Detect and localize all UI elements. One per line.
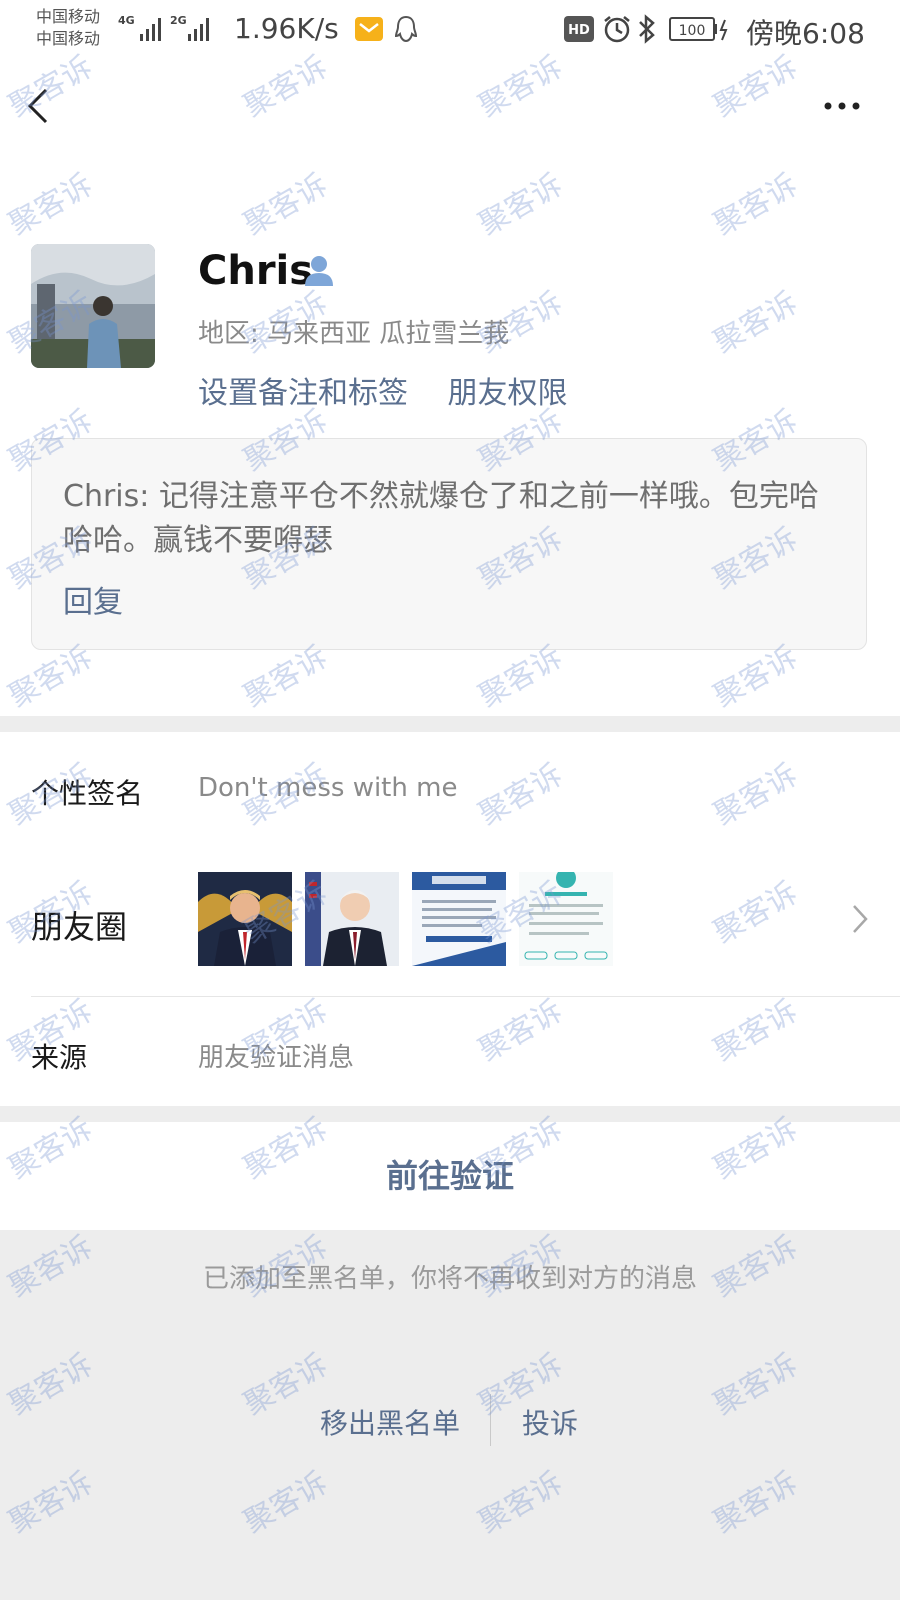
alarm-icon [604, 16, 630, 43]
section-separator [0, 1106, 900, 1122]
remove-from-blacklist-button[interactable]: 移出黑名单 [320, 1402, 460, 1442]
moment-thumbnail[interactable] [198, 872, 292, 966]
blacklist-note: 已添加至黑名单，你将不再收到对方的消息 [202, 1264, 697, 1294]
go-verify-button[interactable]: 前往验证 [0, 1122, 900, 1230]
bluetooth-icon [639, 14, 655, 44]
moment-thumbnail[interactable] [412, 872, 506, 966]
moments-label: 朋友圈 [31, 908, 128, 946]
moment-card: Chris: 记得注意平仓不然就爆仓了和之前一样哦。包完哈哈哈。赢钱不要嘚瑟 回… [31, 438, 867, 650]
source-value: 朋友验证消息 [198, 1043, 355, 1073]
more-options-icon[interactable] [822, 92, 862, 120]
watermark-text: 聚客诉 [708, 875, 804, 951]
reply-button[interactable]: 回复 [63, 577, 123, 621]
moment-thumbnail[interactable] [305, 872, 399, 966]
chevron-right-icon[interactable] [850, 902, 870, 936]
watermark-text: 聚客诉 [708, 757, 804, 833]
battery-level: 100 [679, 23, 706, 39]
network-speed: 1.96K/s [234, 12, 339, 45]
signature-label: 个性签名 [31, 777, 144, 810]
qq-icon [394, 15, 418, 43]
person-icon [305, 256, 333, 286]
clock: 傍晚6:08 [746, 17, 865, 50]
row-divider [31, 996, 900, 997]
status-bar: 中国移动 中国移动 4G 2G 1.96K/s HD 100 傍晚6:08 [0, 0, 900, 62]
hd-label: HD [568, 23, 590, 38]
set-remark-link[interactable]: 设置备注和标签 [198, 376, 408, 411]
watermark-text: 聚客诉 [473, 993, 569, 1069]
watermark-text: 聚客诉 [238, 167, 334, 243]
friend-permission-link[interactable]: 朋友权限 [448, 376, 568, 411]
back-icon[interactable] [22, 84, 54, 128]
complain-button[interactable]: 投诉 [522, 1402, 578, 1442]
network-type-1: 4G [118, 14, 135, 27]
watermark-text: 聚客诉 [473, 167, 569, 243]
moment-text: Chris: 记得注意平仓不然就爆仓了和之前一样哦。包完哈哈哈。赢钱不要嘚瑟 [63, 479, 819, 558]
watermark-text: 聚客诉 [708, 285, 804, 361]
button-divider [490, 1394, 491, 1446]
signal-icon: 4G 2G [118, 14, 209, 41]
watermark-text: 聚客诉 [3, 167, 99, 243]
hd-icon: HD [564, 16, 594, 42]
carrier-2: 中国移动 [36, 29, 101, 48]
carrier-info: 中国移动 中国移动 [36, 6, 100, 50]
contact-name: Chris [198, 248, 314, 294]
signature-value: Don't mess with me [198, 773, 458, 803]
avatar[interactable] [31, 244, 155, 368]
section-separator [0, 716, 900, 732]
moment-thumbnail[interactable] [519, 872, 613, 966]
watermark-text: 聚客诉 [708, 167, 804, 243]
battery-icon: 100 [669, 17, 728, 41]
carrier-1: 中国移动 [36, 7, 101, 26]
region-text: 地区: 马来西亚 瓜拉雪兰莪 [198, 319, 510, 349]
mail-icon [355, 17, 383, 41]
watermark-text: 聚客诉 [473, 757, 569, 833]
source-label: 来源 [31, 1041, 88, 1074]
network-type-2: 2G [170, 14, 187, 27]
watermark-text: 聚客诉 [708, 993, 804, 1069]
blacklist-panel: 已添加至黑名单，你将不再收到对方的消息 移出黑名单 投诉 [0, 1230, 900, 1600]
